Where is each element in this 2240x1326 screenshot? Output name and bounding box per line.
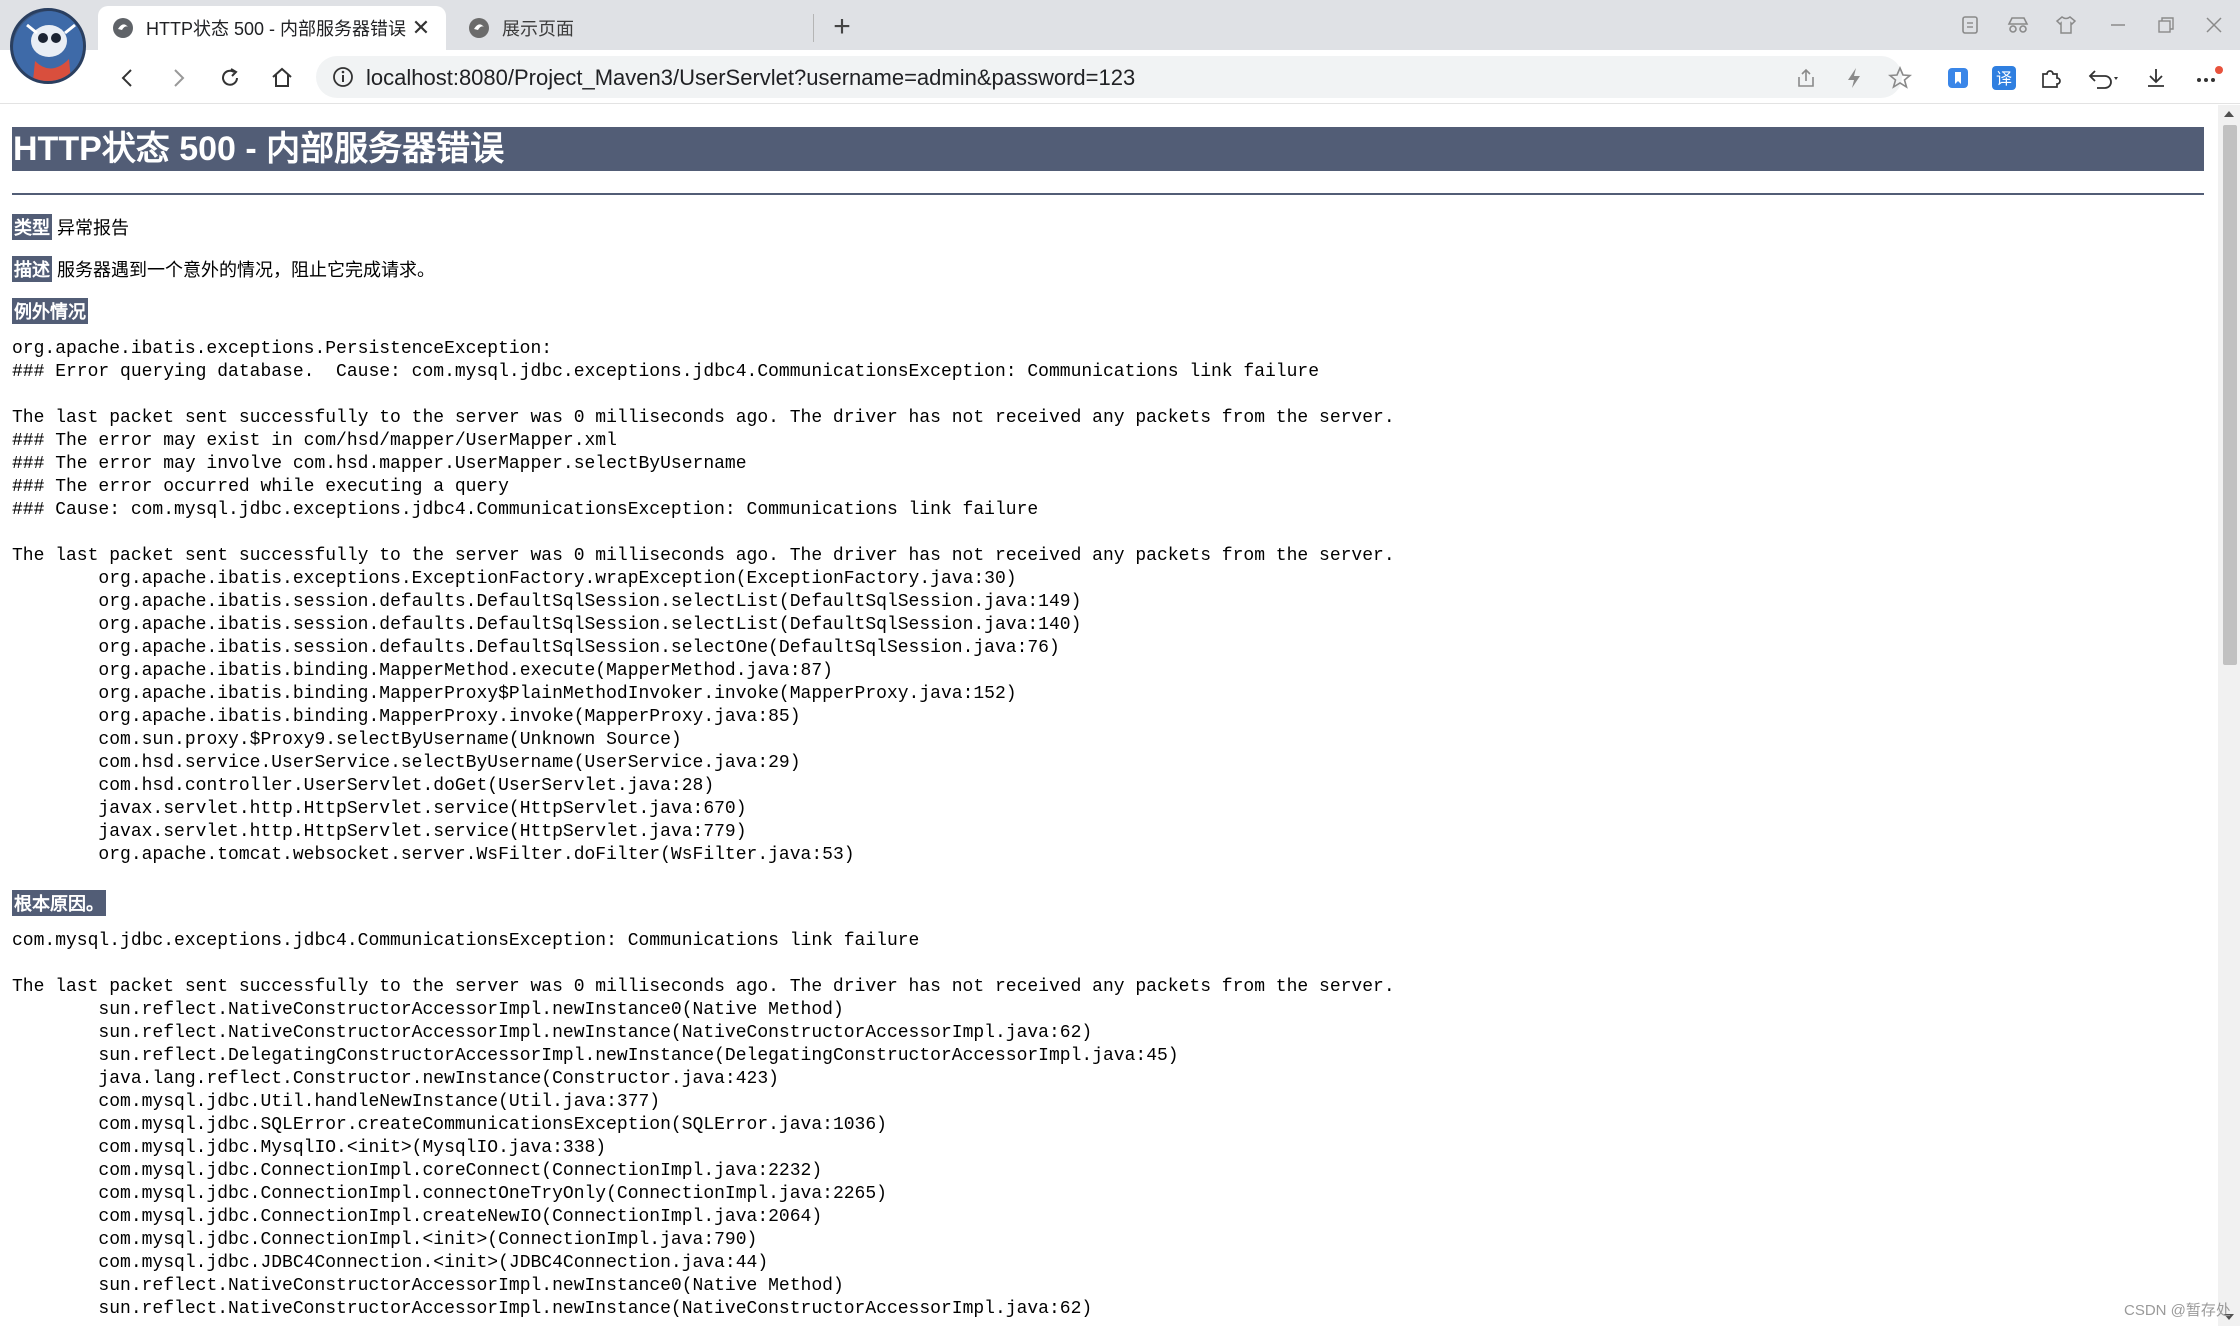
- minimize-icon[interactable]: [2098, 8, 2138, 42]
- tab-display-page[interactable]: 展示页面: [454, 6, 814, 50]
- root-cause-stack-trace: com.mysql.jdbc.exceptions.jdbc4.Communic…: [12, 931, 1395, 1319]
- new-tab-button[interactable]: +: [822, 8, 862, 48]
- description-label: 描述: [12, 256, 52, 282]
- tab-divider: [813, 14, 814, 42]
- exception-heading: 例外情况: [12, 298, 93, 324]
- tab-title: HTTP状态 500 - 内部服务器错误: [146, 19, 407, 39]
- back-arrow-icon: [121, 69, 132, 87]
- forward-arrow-icon: [174, 69, 185, 87]
- translate-icon[interactable]: 译: [1988, 62, 2020, 94]
- close-window-icon[interactable]: [2194, 8, 2234, 42]
- incognito-icon[interactable]: [1998, 8, 2038, 42]
- description-row: 描述 服务器遇到一个意外的情况，阻止它完成请求。: [12, 256, 435, 282]
- lightning-icon[interactable]: [1842, 66, 1866, 90]
- download-icon[interactable]: [2140, 62, 2172, 94]
- type-value: 异常报告: [57, 218, 129, 238]
- more-menu-icon[interactable]: [2192, 62, 2224, 94]
- tab-strip: HTTP状态 500 - 内部服务器错误 ✕ 展示页面 +: [0, 0, 2240, 84]
- home-icon: [272, 67, 292, 87]
- browser-toolbar: localhost:8080/Project_Maven3/UserServle…: [0, 50, 2240, 104]
- root-cause-label: 根本原因。: [12, 890, 106, 916]
- type-row: 类型 异常报告: [12, 214, 129, 240]
- restore-icon[interactable]: [2146, 8, 2186, 42]
- extensions-puzzle-icon[interactable]: [2034, 62, 2066, 94]
- tab-actions-icon[interactable]: [1950, 8, 1990, 42]
- page-favicon-icon: [113, 18, 133, 38]
- watermark: CSDN @暂存处: [2124, 1302, 2231, 1319]
- description-value: 服务器遇到一个意外的情况，阻止它完成请求。: [57, 260, 435, 280]
- root-cause-heading: 根本原因。: [12, 890, 111, 916]
- exception-stack-trace: org.apache.ibatis.exceptions.Persistence…: [12, 339, 1395, 865]
- page-title: HTTP状态 500 - 内部服务器错误: [12, 127, 2204, 171]
- back-button[interactable]: [108, 58, 148, 98]
- page-content: HTTP状态 500 - 内部服务器错误 类型 异常报告 描述 服务器遇到一个意外的…: [0, 105, 2218, 1326]
- page-favicon-icon: [469, 18, 489, 38]
- vertical-scrollbar[interactable]: [2218, 105, 2240, 1326]
- tab-title: 展示页面: [502, 19, 574, 39]
- url-text[interactable]: localhost:8080/Project_Maven3/UserServle…: [366, 65, 1135, 91]
- address-bar[interactable]: localhost:8080/Project_Maven3/UserServle…: [316, 56, 1912, 98]
- share-icon[interactable]: [1794, 66, 1818, 90]
- svg-text:译: 译: [1996, 69, 2012, 88]
- shirt-icon[interactable]: [2046, 8, 2086, 42]
- type-label: 类型: [12, 214, 52, 240]
- home-button[interactable]: [262, 58, 302, 98]
- divider: [12, 193, 2204, 195]
- scroll-up-arrow-icon[interactable]: [2218, 105, 2240, 123]
- extension-blue-icon[interactable]: [1942, 62, 1974, 94]
- reload-icon: [222, 68, 238, 86]
- scrollbar-thumb[interactable]: [2223, 125, 2237, 665]
- profile-avatar[interactable]: [10, 8, 86, 84]
- tab-close-icon[interactable]: ✕: [410, 15, 432, 41]
- undo-dropdown-icon[interactable]: [2080, 62, 2126, 94]
- forward-button[interactable]: [158, 58, 198, 98]
- tab-error-page[interactable]: HTTP状态 500 - 内部服务器错误 ✕: [98, 6, 446, 50]
- site-info-icon[interactable]: [332, 66, 354, 88]
- bookmark-star-icon[interactable]: [1888, 66, 1912, 90]
- exception-label: 例外情况: [12, 298, 88, 324]
- reload-button[interactable]: [210, 58, 250, 98]
